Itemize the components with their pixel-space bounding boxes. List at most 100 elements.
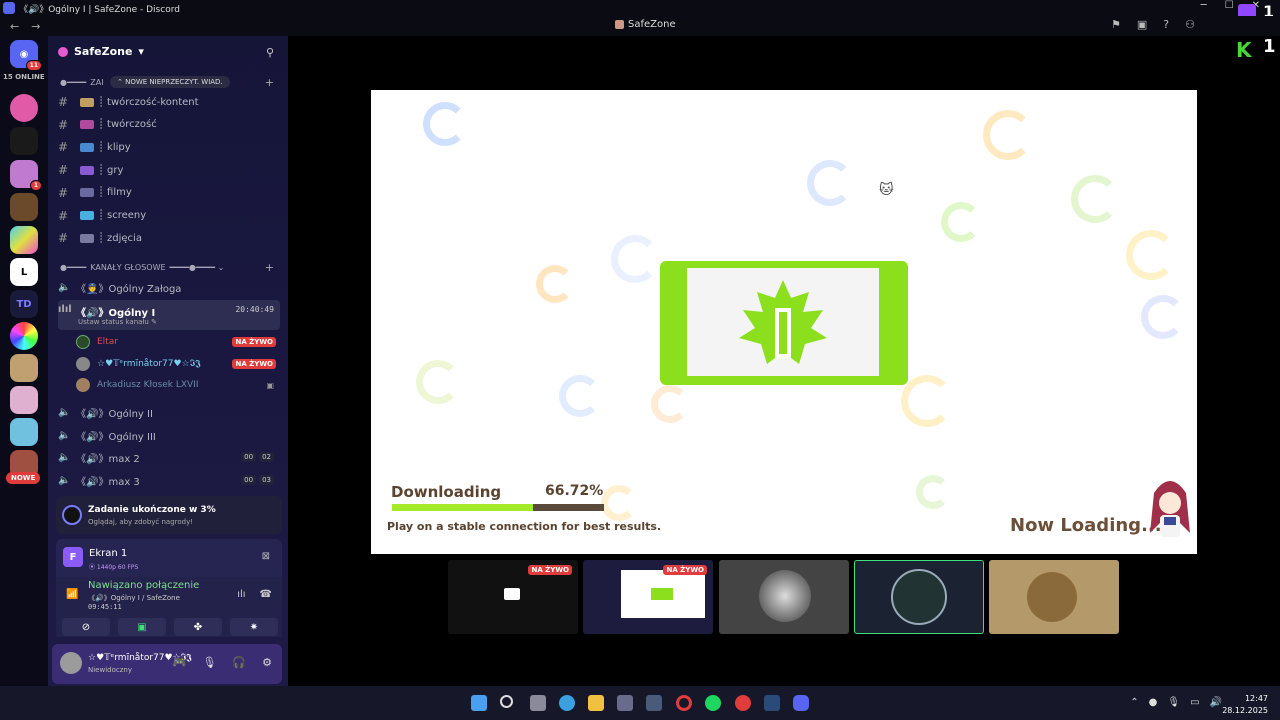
start-icon[interactable] [471, 695, 487, 711]
connection-location[interactable]: 《🔊》Ogólny I / SafeZone [88, 593, 180, 603]
voice-member-3[interactable]: Arkadiusz Kłosek LXVII ▣ [76, 376, 280, 394]
voice-channel-ogolny-2[interactable]: 🔈 《🔊》Ogólny II [58, 401, 280, 423]
decor-shape [807, 160, 853, 206]
screen-share-icon[interactable]: ▣ [1137, 18, 1147, 31]
tray-chevron-icon[interactable]: ⌃ [1130, 697, 1138, 708]
minimize-button[interactable]: ─ [1201, 0, 1207, 11]
hashtag-icon: # [58, 95, 69, 109]
text-channel[interactable]: # ┊ twórczość [58, 115, 280, 135]
quest-progress-card[interactable]: Zadanie ukończone w 3% Oglądaj, aby zdob… [56, 496, 282, 534]
activities-button[interactable]: ✤ [174, 618, 222, 636]
invite-people-icon[interactable]: ⚲ [266, 46, 274, 59]
stream-view[interactable]: 🐱 Downloading 66.72% Play on a stable co… [371, 90, 1197, 554]
folder-icon[interactable] [588, 695, 604, 711]
server-icon-5[interactable] [10, 226, 38, 254]
voice-channel-timer: 20:40:49 [235, 305, 274, 314]
server-icon-3[interactable]: 1 [10, 160, 42, 191]
gear-icon[interactable]: ⚙ [262, 656, 272, 669]
category-text-header[interactable]: ●━━━━ ZAI [60, 78, 104, 87]
stream-thumbnail[interactable] [989, 560, 1119, 634]
home-dm-button[interactable]: ◉ 11 [10, 40, 42, 71]
server-header[interactable]: SafeZone ▾ [58, 45, 144, 58]
stream-thumbnail[interactable]: NA ŻYWO [448, 560, 578, 634]
voice-channel-zaloga[interactable]: 🔈 《👮》Ogólny Załoga [58, 276, 280, 298]
activity-icon[interactable]: ⚇ [1185, 18, 1195, 31]
decor-shape [1141, 295, 1185, 339]
avatar[interactable] [60, 652, 82, 674]
headphones-icon[interactable]: 🎧 [232, 656, 246, 669]
hashtag-icon: # [58, 185, 69, 200]
voice-channel-max-3[interactable]: 🔈 《🔊》max 3 00 03 [58, 469, 280, 491]
new-unread-jump-button[interactable]: ⌃ NOWE NIEPRZECZYT. WIAD. [110, 76, 230, 88]
server-icon-7[interactable]: TD [10, 290, 38, 318]
server-icon-9[interactable] [10, 354, 38, 382]
voice-channel-ogolny-3[interactable]: 🔈 《🔊》Ogólny III [58, 424, 280, 446]
edge-icon[interactable] [559, 695, 575, 711]
maximize-button[interactable]: ☐ [1225, 0, 1234, 11]
server-icon-11[interactable] [10, 418, 38, 446]
decor-shape [611, 235, 659, 283]
gamepad-icon[interactable]: 🎮 [173, 656, 187, 669]
text-channel[interactable]: # ┊ twórczość-kontent [58, 92, 280, 112]
voice-member-1[interactable]: Eltar NA ŻYWO [76, 333, 280, 351]
home-badge: 11 [25, 60, 42, 71]
soundboard-button[interactable]: ✷ [230, 618, 278, 636]
steam-icon[interactable] [764, 695, 780, 711]
volume-icon[interactable]: 🔊 [1210, 697, 1222, 708]
add-channel-icon[interactable]: + [265, 76, 274, 89]
discord-icon[interactable] [793, 695, 809, 711]
stream-thumbnail[interactable]: NA ŻYWO [583, 560, 713, 634]
stream-thumbnail-selected[interactable] [854, 560, 984, 634]
microphone-icon[interactable]: 🎙 [1167, 697, 1180, 708]
live-badge: NA ŻYWO [528, 565, 572, 575]
microphone-icon[interactable]: 🎙 [202, 656, 216, 669]
server-icon-2[interactable] [10, 127, 38, 155]
noise-suppression-icon[interactable]: ılı [237, 589, 245, 600]
discord-logo-icon [3, 2, 15, 14]
text-channel[interactable]: # ┊ filmy [58, 183, 280, 203]
app-icon[interactable] [735, 695, 751, 711]
search-icon[interactable] [500, 695, 513, 708]
live-badge: NA ŻYWO [232, 359, 276, 369]
add-voice-channel-icon[interactable]: + [265, 261, 274, 274]
server-icon-1[interactable] [10, 94, 38, 122]
category-voice-header[interactable]: ●━━━━ KANAŁY GŁOSOWE ━━━━●━━━━ ⌄ [60, 263, 224, 272]
screen-share-panel[interactable]: F Ekran 1 ⦿ 1440p 60 FPS ⊠ [56, 539, 282, 577]
server-icon-safezone[interactable] [10, 193, 38, 221]
camera-off-button[interactable]: ⊘ [62, 618, 110, 636]
server-icon-10[interactable] [10, 386, 38, 414]
text-channel[interactable]: # ┊ gry [58, 160, 280, 180]
back-button[interactable]: ← [10, 20, 19, 33]
stream-thumbnail[interactable] [719, 560, 849, 634]
new-servers-badge[interactable]: NOWE [6, 472, 41, 484]
forward-button[interactable]: → [31, 20, 40, 33]
signal-icon[interactable]: 📶 [66, 589, 78, 600]
text-channel[interactable]: # ┊ zdjęcia [58, 228, 280, 248]
speaker-icon: 🔈 [58, 281, 71, 293]
text-channel[interactable]: # ┊ screeny [58, 206, 280, 226]
text-channel[interactable]: # ┊ klipy [58, 137, 280, 157]
opera-icon[interactable] [676, 695, 692, 711]
member-name: ☆♥𝕋ᵉrmĭnåtor77♥☆𝕴𝕵 [97, 359, 201, 369]
user-limit: 00 03 [241, 475, 274, 485]
display-icon[interactable]: ▭ [1190, 697, 1199, 708]
task-view-icon[interactable] [530, 695, 546, 711]
taskbar-clock[interactable]: 12:47 28.12.2025 [1222, 693, 1268, 717]
voice-channel-active[interactable]: ılıl 《🔊》Ogólny I 20:40:49 Ustaw status k… [58, 300, 280, 330]
share-screen-button[interactable]: ▣ [118, 618, 166, 636]
user-max: 03 [259, 475, 274, 485]
tray-app-icon[interactable]: ● [1149, 697, 1158, 708]
flag-icon[interactable]: ⚑ [1111, 18, 1121, 31]
disconnect-icon[interactable]: ☎ [260, 589, 272, 600]
stop-stream-icon[interactable]: ⊠ [262, 551, 270, 562]
voice-channel-max-2[interactable]: 🔈 《🔊》max 2 00 02 [58, 446, 280, 468]
store-icon[interactable] [646, 695, 662, 711]
server-icon-8[interactable] [10, 322, 38, 350]
voice-member-2[interactable]: ☆♥𝕋ᵉrmĭnåtor77♥☆𝕴𝕵 NA ŻYWO [76, 355, 280, 373]
server-icon-6[interactable]: L [10, 258, 38, 286]
channel-emoji-icon [80, 97, 94, 107]
set-channel-status[interactable]: Ustaw status kanału ✎ [78, 318, 157, 326]
spotify-icon[interactable] [705, 695, 721, 711]
help-icon[interactable]: ? [1163, 18, 1169, 31]
snipping-icon[interactable] [617, 695, 633, 711]
